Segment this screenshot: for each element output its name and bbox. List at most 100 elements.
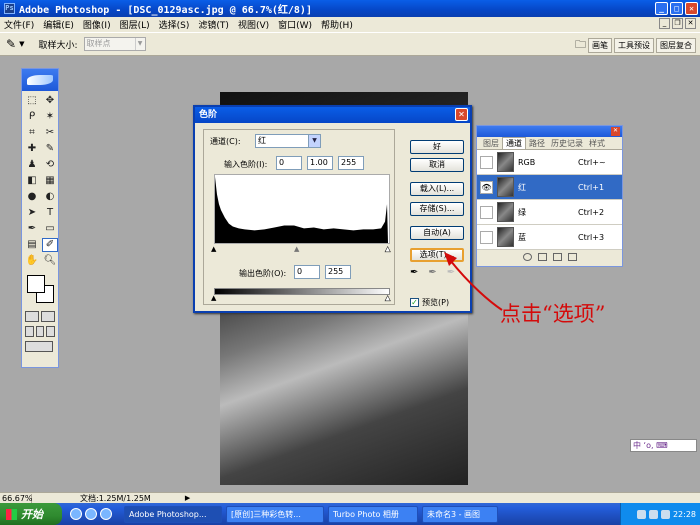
tab-tool-presets[interactable]: 工具预设 [614,38,654,53]
auto-button[interactable]: 自动(A) [410,226,464,240]
screen-mode-standard-button[interactable] [25,326,34,337]
output-shadow-slider-icon[interactable]: ▲ [211,294,216,302]
zoom-level[interactable]: 66.67% [0,493,33,503]
input-level-shadow-field[interactable]: 0 [276,156,302,170]
menu-layer[interactable]: 图层(L) [120,18,150,31]
tab-brushes[interactable]: 画笔 [588,38,612,53]
input-highlight-slider-icon[interactable]: ▲ [385,245,391,254]
brush-tool-icon[interactable]: ✎ [42,142,58,156]
media-icon[interactable] [100,508,112,520]
load-button[interactable]: 载入(L)... [410,182,464,196]
menu-help[interactable]: 帮助(H) [321,18,353,31]
history-brush-tool-icon[interactable]: ⟲ [42,158,58,172]
black-point-eyedropper-icon[interactable]: ✒ [410,267,418,278]
lasso-tool-icon[interactable]: ᑭ [24,110,40,124]
menu-image[interactable]: 图像(I) [83,18,111,31]
tab-paths[interactable]: 路径 [526,138,548,149]
channel-row-green[interactable]: 绿 Ctrl+2 [477,200,622,225]
notes-tool-icon[interactable]: ▤ [24,238,40,252]
panel-close-icon[interactable]: ✕ [611,127,620,136]
hand-tool-icon[interactable]: ✋ [24,254,40,268]
task-photoshop[interactable]: Adobe Photoshop... [124,505,222,523]
clock[interactable]: 22:28 [673,510,696,519]
tab-channels[interactable]: 通道 [502,137,526,149]
dodge-tool-icon[interactable]: ◐ [42,190,58,204]
marquee-tool-icon[interactable]: ⬚ [24,94,40,108]
file-browser-icon[interactable]: 🗀 [575,36,586,55]
move-tool-icon[interactable]: ✥ [42,94,58,108]
output-highlight-slider-icon[interactable]: ▲ [385,294,391,303]
tab-layer-comps[interactable]: 图层复合 [656,38,696,53]
tab-layers[interactable]: 图层 [480,138,502,149]
ok-button[interactable]: 好 [410,140,464,154]
preview-checkbox[interactable]: ✓ [410,298,419,307]
healing-brush-tool-icon[interactable]: ✚ [24,142,40,156]
menu-edit[interactable]: 编辑(E) [43,18,74,31]
doc-close-button[interactable]: ✕ [685,18,696,29]
input-level-gamma-field[interactable]: 1.00 [307,156,333,170]
path-selection-tool-icon[interactable]: ➤ [24,206,40,220]
shape-tool-icon[interactable]: ▭ [42,222,58,236]
visibility-toggle[interactable] [480,205,493,219]
visibility-toggle[interactable] [480,155,493,169]
clone-stamp-tool-icon[interactable]: ♟ [24,158,40,172]
tray-icon[interactable] [648,509,658,519]
input-shadow-slider-icon[interactable]: ▲ [211,245,216,253]
delete-channel-icon[interactable] [567,253,577,261]
menu-file[interactable]: 文件(F) [4,18,34,31]
panel-titlebar[interactable]: ✕ [477,126,622,137]
magic-wand-tool-icon[interactable]: ✶ [42,110,58,124]
menu-select[interactable]: 选择(S) [159,18,190,31]
screen-mode-full-button[interactable] [46,326,56,337]
tool-preset-dropdown-icon[interactable]: ▼ [19,40,24,48]
input-gamma-slider-icon[interactable]: ▲ [294,245,299,253]
save-button[interactable]: 存储(S)... [410,202,464,216]
maximize-button[interactable]: □ [670,2,683,15]
tab-history[interactable]: 历史记录 [548,138,586,149]
crop-tool-icon[interactable]: ⌗ [24,126,40,140]
status-menu-icon[interactable]: ▶ [185,494,190,502]
menu-window[interactable]: 窗口(W) [278,18,312,31]
task-paint[interactable]: 未命名3 - 画图 [422,505,498,523]
new-channel-icon[interactable] [552,253,562,261]
channel-select[interactable]: 红 ▼ [255,134,321,148]
close-button[interactable]: ✕ [685,2,698,15]
slice-tool-icon[interactable]: ✂ [42,126,58,140]
minimize-button[interactable]: _ [655,2,668,15]
eyedropper-tool-icon[interactable]: ✐ [42,238,58,252]
channel-row-rgb[interactable]: RGB Ctrl+~ [477,150,622,175]
save-selection-icon[interactable] [537,253,547,261]
blur-tool-icon[interactable]: ● [24,190,40,204]
doc-restore-button[interactable]: ❐ [672,18,683,29]
ime-language-bar[interactable]: 中 ‘o, ⌨ [630,439,697,452]
pen-tool-icon[interactable]: ✒ [24,222,40,236]
menu-filter[interactable]: 滤镜(T) [198,18,229,31]
output-level-shadow-field[interactable]: 0 [294,265,320,279]
gradient-tool-icon[interactable]: ▦ [42,174,58,188]
type-tool-icon[interactable]: T [42,206,58,220]
eyedropper-tool-icon[interactable]: ✎ [6,37,16,51]
zoom-tool-icon[interactable]: 🔍︎ [42,254,58,268]
screen-mode-menu-button[interactable] [35,326,45,337]
cancel-button[interactable]: 取消 [410,158,464,172]
output-level-highlight-field[interactable]: 255 [325,265,351,279]
eye-icon[interactable]: 👁︎ [480,180,493,194]
dialog-close-icon[interactable]: ✕ [455,108,468,121]
tray-icon[interactable] [636,509,646,519]
input-level-highlight-field[interactable]: 255 [338,156,364,170]
eraser-tool-icon[interactable]: ◧ [24,174,40,188]
jump-to-imageready-button[interactable] [25,341,53,352]
tab-styles[interactable]: 样式 [586,138,608,149]
quick-mask-mode-button[interactable] [41,311,55,322]
sample-size-select[interactable]: 取样点 ▼ [83,37,146,51]
task-turbo-photo[interactable]: Turbo Photo 相册 [328,505,418,523]
menu-view[interactable]: 视图(V) [238,18,269,31]
start-button[interactable]: 开始 [0,503,62,525]
doc-minimize-button[interactable]: _ [659,18,670,29]
browser-icon[interactable] [85,508,97,520]
standard-mode-button[interactable] [25,311,39,322]
channel-row-red[interactable]: 👁︎ 红 Ctrl+1 [477,175,622,200]
load-selection-icon[interactable] [522,253,532,261]
tray-icon[interactable] [660,509,670,519]
foreground-color-swatch[interactable] [27,275,45,293]
